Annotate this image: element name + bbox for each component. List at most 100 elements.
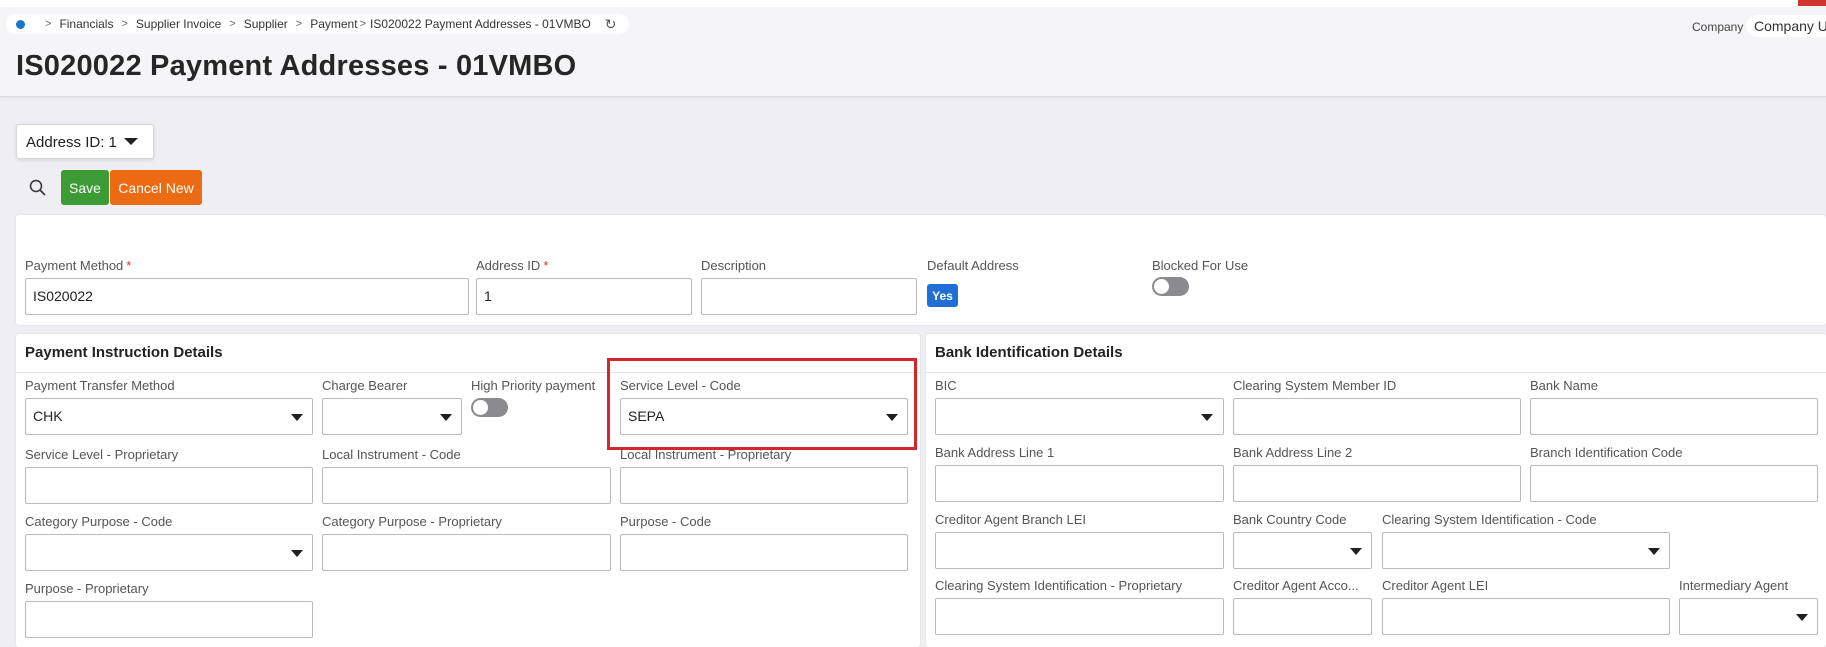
branch-identification-code-label: Branch Identification Code bbox=[1530, 445, 1683, 460]
clearing-system-member-id-input[interactable] bbox=[1233, 398, 1521, 435]
caret-down-icon bbox=[124, 138, 138, 145]
default-address-label: Default Address bbox=[927, 258, 1019, 273]
bic-label: BIC bbox=[935, 378, 957, 393]
top-strip bbox=[0, 0, 1826, 7]
local-instrument-proprietary-input[interactable] bbox=[620, 467, 908, 504]
address-id-selector[interactable]: Address ID: 1 bbox=[16, 124, 154, 159]
payment-transfer-method-label: Payment Transfer Method bbox=[25, 378, 175, 393]
payment-instruction-panel: Payment Instruction Details Payment Tran… bbox=[16, 334, 920, 647]
chevron-right-icon: > bbox=[121, 18, 128, 30]
address-id-label: Address ID * bbox=[476, 258, 549, 273]
caret-down-icon bbox=[1796, 614, 1808, 621]
category-purpose-code-select[interactable] bbox=[25, 534, 313, 571]
toggle-knob bbox=[1154, 279, 1169, 294]
caret-down-icon bbox=[886, 414, 898, 421]
local-instrument-code-label: Local Instrument - Code bbox=[322, 447, 461, 462]
bank-address-line-2-label: Bank Address Line 2 bbox=[1233, 445, 1353, 460]
refresh-icon[interactable]: ↻ bbox=[605, 16, 617, 33]
payment-method-input[interactable]: IS020022 bbox=[25, 278, 469, 315]
caret-down-icon bbox=[440, 414, 452, 421]
blocked-for-use-toggle[interactable] bbox=[1152, 277, 1189, 296]
creditor-agent-lei-label: Creditor Agent LEI bbox=[1382, 578, 1489, 593]
charge-bearer-select[interactable] bbox=[322, 398, 462, 435]
creditor-agent-account-label: Creditor Agent Acco... bbox=[1233, 578, 1359, 593]
breadcrumb-financials[interactable]: Financials bbox=[59, 17, 113, 31]
default-address-toggle[interactable]: Yes bbox=[927, 284, 958, 307]
clearing-system-identification-code-label: Clearing System Identification - Code bbox=[1382, 512, 1597, 527]
bank-identification-panel: Bank Identification Details BIC Clearing… bbox=[926, 334, 1826, 647]
search-icon[interactable] bbox=[28, 178, 48, 198]
charge-bearer-label: Charge Bearer bbox=[322, 378, 408, 393]
service-level-proprietary-label: Service Level - Proprietary bbox=[25, 447, 179, 462]
chevron-right-icon: > bbox=[359, 18, 366, 30]
clearing-system-identification-code-select[interactable] bbox=[1382, 532, 1670, 569]
toggle-knob bbox=[473, 400, 488, 415]
bank-address-line-1-input[interactable] bbox=[935, 465, 1224, 502]
category-purpose-proprietary-label: Category Purpose - Proprietary bbox=[322, 514, 502, 529]
category-purpose-proprietary-input[interactable] bbox=[322, 534, 611, 571]
bank-name-input[interactable] bbox=[1530, 398, 1818, 435]
caret-down-icon bbox=[291, 550, 303, 557]
creditor-agent-account-input[interactable] bbox=[1233, 598, 1372, 635]
caret-down-icon bbox=[291, 414, 303, 421]
local-instrument-code-input[interactable] bbox=[322, 467, 611, 504]
breadcrumb-supplier[interactable]: Supplier bbox=[244, 17, 288, 31]
description-label: Description bbox=[701, 258, 767, 273]
service-level-code-value: SEPA bbox=[628, 408, 665, 424]
service-level-code-select[interactable]: SEPA bbox=[620, 398, 908, 435]
purpose-code-label: Purpose - Code bbox=[620, 514, 712, 529]
divider bbox=[926, 372, 1826, 373]
home-icon[interactable] bbox=[16, 19, 25, 29]
address-id-selector-label: Address ID: 1 bbox=[26, 134, 117, 151]
divider bbox=[16, 372, 920, 373]
creditor-agent-lei-input[interactable] bbox=[1382, 598, 1670, 635]
payment-address-header-panel: Payment Method * IS020022 Address ID * 1 D… bbox=[16, 215, 1826, 325]
description-input[interactable] bbox=[701, 278, 917, 315]
bank-name-label: Bank Name bbox=[1530, 378, 1598, 393]
bank-address-line-2-input[interactable] bbox=[1233, 465, 1521, 502]
payment-method-label: Payment Method * bbox=[25, 258, 132, 273]
payment-transfer-method-value: CHK bbox=[33, 408, 63, 424]
caret-down-icon bbox=[1201, 414, 1213, 421]
creditor-agent-branch-lei-input[interactable] bbox=[935, 532, 1224, 569]
page-title: IS020022 Payment Addresses - 01VMBO bbox=[16, 50, 577, 82]
bank-country-code-select[interactable] bbox=[1233, 532, 1372, 569]
breadcrumb: > Financials > Supplier Invoice > Suppli… bbox=[6, 14, 629, 34]
address-id-input[interactable]: 1 bbox=[476, 278, 692, 315]
high-priority-toggle[interactable] bbox=[471, 398, 508, 417]
category-purpose-code-label: Category Purpose - Code bbox=[25, 514, 173, 529]
service-level-code-label: Service Level - Code bbox=[620, 378, 741, 393]
caret-down-icon bbox=[1648, 548, 1660, 555]
service-level-proprietary-input[interactable] bbox=[25, 467, 313, 504]
intermediary-agent-label: Intermediary Agent bbox=[1679, 578, 1789, 593]
bic-select[interactable] bbox=[935, 398, 1224, 435]
local-instrument-proprietary-label: Local Instrument - Proprietary bbox=[620, 447, 792, 462]
notification-corner bbox=[1798, 0, 1826, 6]
chevron-right-icon: > bbox=[45, 18, 52, 30]
breadcrumb-current: IS020022 Payment Addresses - 01VMBO bbox=[370, 17, 591, 31]
branch-identification-code-input[interactable] bbox=[1530, 465, 1818, 502]
bank-country-code-label: Bank Country Code bbox=[1233, 512, 1347, 527]
creditor-agent-branch-lei-label: Creditor Agent Branch LEI bbox=[935, 512, 1087, 527]
purpose-proprietary-input[interactable] bbox=[25, 601, 313, 638]
caret-down-icon bbox=[1350, 548, 1362, 555]
clearing-system-identification-proprietary-label: Clearing System Identification - Proprie… bbox=[935, 578, 1183, 593]
breadcrumb-supplier-invoice[interactable]: Supplier Invoice bbox=[136, 17, 221, 31]
clearing-system-member-id-label: Clearing System Member ID bbox=[1233, 378, 1397, 393]
company-selector[interactable]: Company U bbox=[1746, 15, 1826, 37]
breadcrumb-payment[interactable]: Payment bbox=[310, 17, 357, 31]
save-button[interactable]: Save bbox=[61, 170, 109, 205]
panel-title: Bank Identification Details bbox=[935, 344, 1123, 361]
bank-address-line-1-label: Bank Address Line 1 bbox=[935, 445, 1055, 460]
purpose-code-input[interactable] bbox=[620, 534, 908, 571]
chevron-right-icon: > bbox=[229, 18, 236, 30]
intermediary-agent-select[interactable] bbox=[1679, 598, 1818, 635]
cancel-new-button[interactable]: Cancel New bbox=[110, 170, 202, 205]
company-label: Company bbox=[1692, 20, 1744, 34]
blocked-for-use-label: Blocked For Use bbox=[1152, 258, 1249, 273]
panel-title: Payment Instruction Details bbox=[25, 344, 223, 361]
clearing-system-identification-proprietary-input[interactable] bbox=[935, 598, 1224, 635]
high-priority-label: High Priority payment bbox=[471, 378, 596, 393]
purpose-proprietary-label: Purpose - Proprietary bbox=[25, 581, 149, 596]
payment-transfer-method-select[interactable]: CHK bbox=[25, 398, 313, 435]
